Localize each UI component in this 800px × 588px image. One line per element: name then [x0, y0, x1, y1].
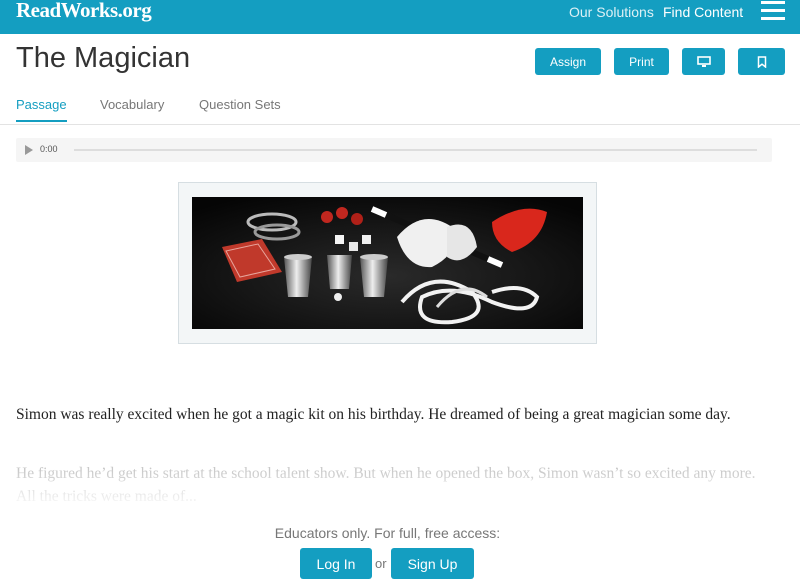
or-separator: or	[375, 556, 387, 571]
top-navigation-bar: ReadWorks.org Our Solutions Find Content	[0, 0, 800, 34]
tab-passage[interactable]: Passage	[16, 97, 67, 122]
bookmark-button[interactable]	[738, 48, 785, 75]
audio-progress-track[interactable]	[74, 149, 757, 151]
monitor-icon	[696, 55, 711, 67]
sign-up-button[interactable]: Sign Up	[391, 548, 474, 579]
passage-paragraph-1: Simon was really excited when he got a m…	[16, 406, 731, 423]
present-button[interactable]	[682, 48, 725, 75]
page-title: The Magician	[16, 42, 191, 74]
tab-vocabulary[interactable]: Vocabulary	[100, 97, 164, 112]
tab-question-sets[interactable]: Question Sets	[199, 97, 281, 112]
assign-button[interactable]: Assign	[535, 48, 601, 75]
passage-image-frame	[178, 182, 597, 344]
magic-kit-image	[192, 197, 583, 329]
readworks-logo[interactable]: ReadWorks.org	[16, 0, 152, 23]
nav-find-content[interactable]: Find Content	[663, 4, 743, 20]
tab-divider	[0, 124, 800, 125]
log-in-button[interactable]: Log In	[300, 548, 372, 579]
print-button[interactable]: Print	[614, 48, 669, 75]
play-icon[interactable]	[25, 145, 33, 155]
audio-time: 0:00	[40, 144, 58, 154]
nav-our-solutions[interactable]: Our Solutions	[569, 4, 654, 20]
audio-player: 0:00	[16, 138, 772, 162]
bookmark-icon	[757, 55, 766, 68]
hamburger-menu-icon[interactable]	[761, 1, 785, 21]
access-message: Educators only. For full, free access:	[274, 525, 501, 541]
content-fade-overlay	[0, 470, 800, 510]
